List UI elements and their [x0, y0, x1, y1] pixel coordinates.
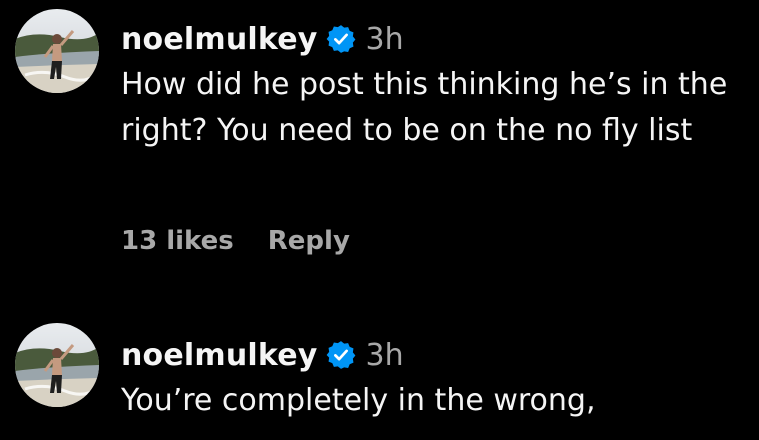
comment-actions: 13 likes Reply — [121, 226, 350, 256]
avatar-photo — [15, 323, 99, 407]
verified-badge-icon — [326, 340, 356, 370]
avatar[interactable] — [15, 323, 99, 407]
verified-badge-icon — [326, 24, 356, 54]
avatar-photo — [15, 9, 99, 93]
username[interactable]: noelmulkey — [121, 338, 318, 373]
likes-count[interactable]: 13 likes — [121, 226, 234, 256]
comment-header: noelmulkey 3h — [121, 330, 747, 380]
comment-text: You’re completely in the wrong, — [121, 383, 596, 418]
comment-body: noelmulkey 3h How did he post this think… — [121, 14, 747, 154]
comment-body: noelmulkey 3h You’re completely in the w… — [121, 330, 747, 424]
username[interactable]: noelmulkey — [121, 22, 318, 57]
avatar[interactable] — [15, 9, 99, 93]
comment-header: noelmulkey 3h — [121, 14, 747, 64]
reply-button[interactable]: Reply — [268, 226, 350, 256]
comment-text: How did he post this thinking he’s in th… — [121, 67, 728, 148]
comment: noelmulkey 3h You’re completely in the w… — [0, 318, 759, 440]
comment: noelmulkey 3h How did he post this think… — [0, 0, 759, 300]
timestamp: 3h — [365, 21, 404, 57]
timestamp: 3h — [365, 337, 404, 373]
